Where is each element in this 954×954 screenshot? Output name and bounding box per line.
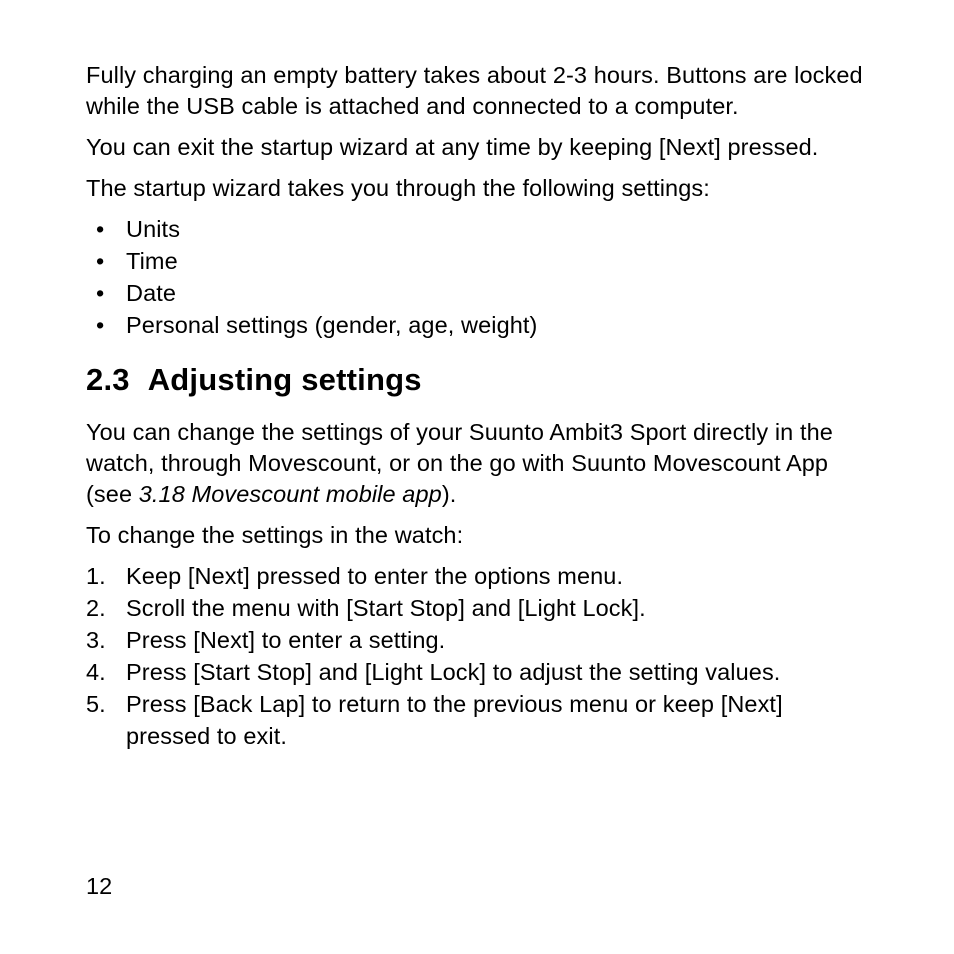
- cross-reference: 3.18 Movescount mobile app: [139, 481, 442, 507]
- paragraph-change-settings-intro: You can change the settings of your Suun…: [86, 417, 868, 510]
- page-number: 12: [86, 871, 112, 902]
- paragraph-steps-lead: To change the settings in the watch:: [86, 520, 868, 551]
- section-number: 2.3: [86, 360, 130, 401]
- manual-page: Fully charging an empty battery takes ab…: [0, 0, 954, 954]
- step-item: Press [Start Stop] and [Light Lock] to a…: [86, 657, 868, 689]
- steps-list: Keep [Next] pressed to enter the options…: [86, 561, 868, 753]
- list-item: Date: [86, 278, 868, 310]
- list-item: Time: [86, 246, 868, 278]
- list-item: Units: [86, 214, 868, 246]
- wizard-settings-list: Units Time Date Personal settings (gende…: [86, 214, 868, 342]
- section-title: Adjusting settings: [148, 362, 422, 397]
- paragraph-exit-wizard: You can exit the startup wizard at any t…: [86, 132, 868, 163]
- step-item: Press [Back Lap] to return to the previo…: [86, 689, 868, 753]
- intro-text-post: ).: [442, 481, 457, 507]
- step-item: Keep [Next] pressed to enter the options…: [86, 561, 868, 593]
- step-item: Scroll the menu with [Start Stop] and [L…: [86, 593, 868, 625]
- step-item: Press [Next] to enter a setting.: [86, 625, 868, 657]
- paragraph-charging: Fully charging an empty battery takes ab…: [86, 60, 868, 122]
- paragraph-wizard-settings-intro: The startup wizard takes you through the…: [86, 173, 868, 204]
- list-item: Personal settings (gender, age, weight): [86, 310, 868, 342]
- section-heading-adjusting-settings: 2.3 Adjusting settings: [86, 360, 868, 401]
